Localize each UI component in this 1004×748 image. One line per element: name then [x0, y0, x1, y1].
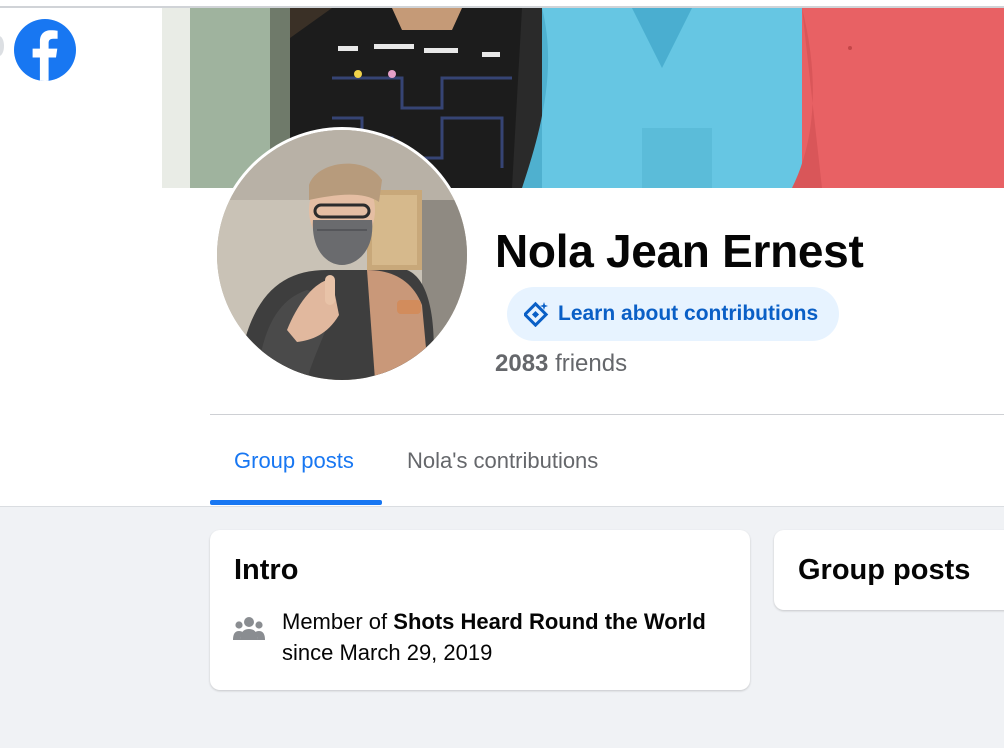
friends-label: friends [555, 350, 628, 377]
group-posts-card: Group posts [774, 530, 1004, 610]
members-icon [233, 616, 265, 642]
learn-contributions-button[interactable]: Learn about contributions [507, 287, 839, 341]
tab-contributions[interactable]: Nola's contributions [407, 448, 598, 474]
intro-card: Intro Member of Shots Heard Round the Wo… [210, 530, 750, 690]
member-of-prefix: Member of [282, 609, 388, 634]
active-tab-indicator [210, 500, 382, 505]
tab-group-posts[interactable]: Group posts [234, 448, 354, 474]
friends-number: 2083 [495, 350, 549, 377]
group-posts-title: Group posts [798, 554, 971, 586]
intro-title: Intro [234, 554, 299, 586]
member-since: since March 29, 2019 [282, 640, 493, 665]
profile-picture[interactable] [214, 127, 470, 383]
friends-count[interactable]: 2083 friends [495, 350, 627, 378]
learn-contributions-label: Learn about contributions [558, 302, 819, 325]
profile-name: Nola Jean Ernest [495, 225, 864, 277]
nav-edge [0, 36, 4, 56]
membership-info: Member of Shots Heard Round the World si… [282, 606, 732, 668]
group-name-link[interactable]: Shots Heard Round the World [393, 609, 705, 634]
profile-header: Nola Jean Ernest Learn about contributio… [0, 0, 1004, 507]
sparkle-diamond-icon [524, 301, 550, 327]
tabs-divider [210, 414, 1004, 415]
facebook-logo-icon[interactable] [14, 19, 76, 81]
